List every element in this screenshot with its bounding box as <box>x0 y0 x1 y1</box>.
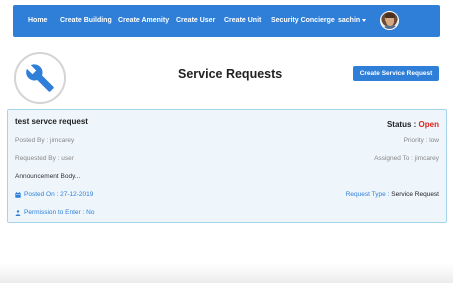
status-badge: Status : Open <box>387 120 439 129</box>
create-service-request-button[interactable]: Create Service Request <box>353 66 439 81</box>
calendar-icon <box>15 191 21 198</box>
priority: Priority : low <box>403 137 439 144</box>
nav-create-building[interactable]: Create Building <box>60 17 112 24</box>
nav-create-amenity[interactable]: Create Amenity <box>118 17 169 24</box>
nav-create-unit[interactable]: Create Unit <box>224 17 261 24</box>
request-type: Request Type : Service Request <box>346 191 439 198</box>
nav-security-concierge[interactable]: Security Concierge <box>271 17 335 24</box>
posted-on: Posted On : 27-12-2019 <box>15 191 93 198</box>
status-label: Status : <box>386 120 417 129</box>
wrench-icon <box>26 64 54 92</box>
permission-to-enter: Permission to Enter : No <box>15 209 94 216</box>
chevron-down-icon[interactable] <box>362 19 366 22</box>
page-title: Service Requests <box>178 67 283 81</box>
page-footer-shade <box>0 263 453 283</box>
permission-text: Permission to Enter : No <box>24 209 95 216</box>
avatar[interactable] <box>380 11 399 30</box>
posted-on-text: Posted On : 27-12-2019 <box>24 191 94 198</box>
avatar-hair <box>385 13 395 18</box>
nav-create-user[interactable]: Create User <box>176 17 215 24</box>
assigned-to: Assigned To : jimcarey <box>374 155 439 162</box>
top-navbar: Home Create Building Create Amenity Crea… <box>13 5 440 37</box>
posted-by: Posted By : jimcarey <box>15 137 75 144</box>
request-title: test servce request <box>15 117 88 126</box>
request-type-value: Service Request <box>391 191 439 198</box>
service-request-card[interactable]: test servce request Status : Open Posted… <box>7 109 447 223</box>
request-body: Announcement Body... <box>15 173 81 180</box>
request-type-label: Request Type : <box>345 191 390 198</box>
requested-by: Requested By : user <box>15 155 74 162</box>
service-logo <box>14 52 66 104</box>
user-menu-toggle[interactable]: sachin <box>338 17 360 24</box>
nav-home[interactable]: Home <box>28 17 47 24</box>
user-group-icon <box>15 209 21 216</box>
status-value: Open <box>418 120 439 129</box>
